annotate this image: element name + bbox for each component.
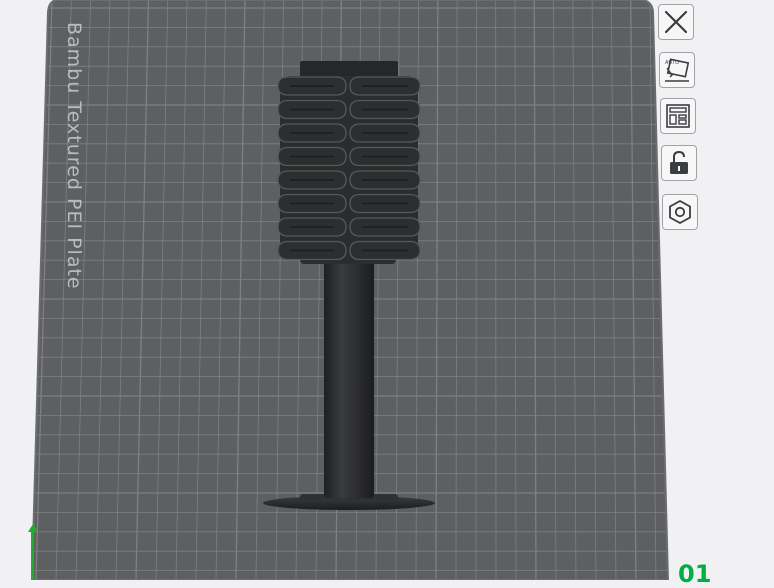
auto-orient-icon: AUTO [662, 55, 692, 85]
lock-plate-button[interactable] [661, 145, 697, 181]
close-icon [663, 9, 689, 35]
build-plate[interactable] [0, 0, 774, 580]
remove-plate-button[interactable] [658, 4, 694, 40]
plate-settings-button[interactable] [662, 194, 698, 230]
arrange-icon [664, 102, 692, 130]
model-coils [278, 76, 420, 260]
y-axis-indicator [31, 528, 34, 580]
lock-icon [666, 149, 692, 177]
model-pole [324, 258, 374, 498]
auto-badge-text: AUTO [665, 60, 679, 66]
plate-number[interactable]: 01 [678, 560, 711, 588]
arrange-button[interactable] [660, 98, 696, 134]
plate-type-label: Bambu Textured PEI Plate [63, 22, 85, 290]
y-axis-arrow-icon [28, 524, 38, 532]
plate-settings-icon [666, 198, 694, 226]
3d-viewport[interactable]: Bambu Textured PEI Plate AUTO [0, 0, 774, 580]
auto-orient-button[interactable]: AUTO [659, 52, 695, 88]
